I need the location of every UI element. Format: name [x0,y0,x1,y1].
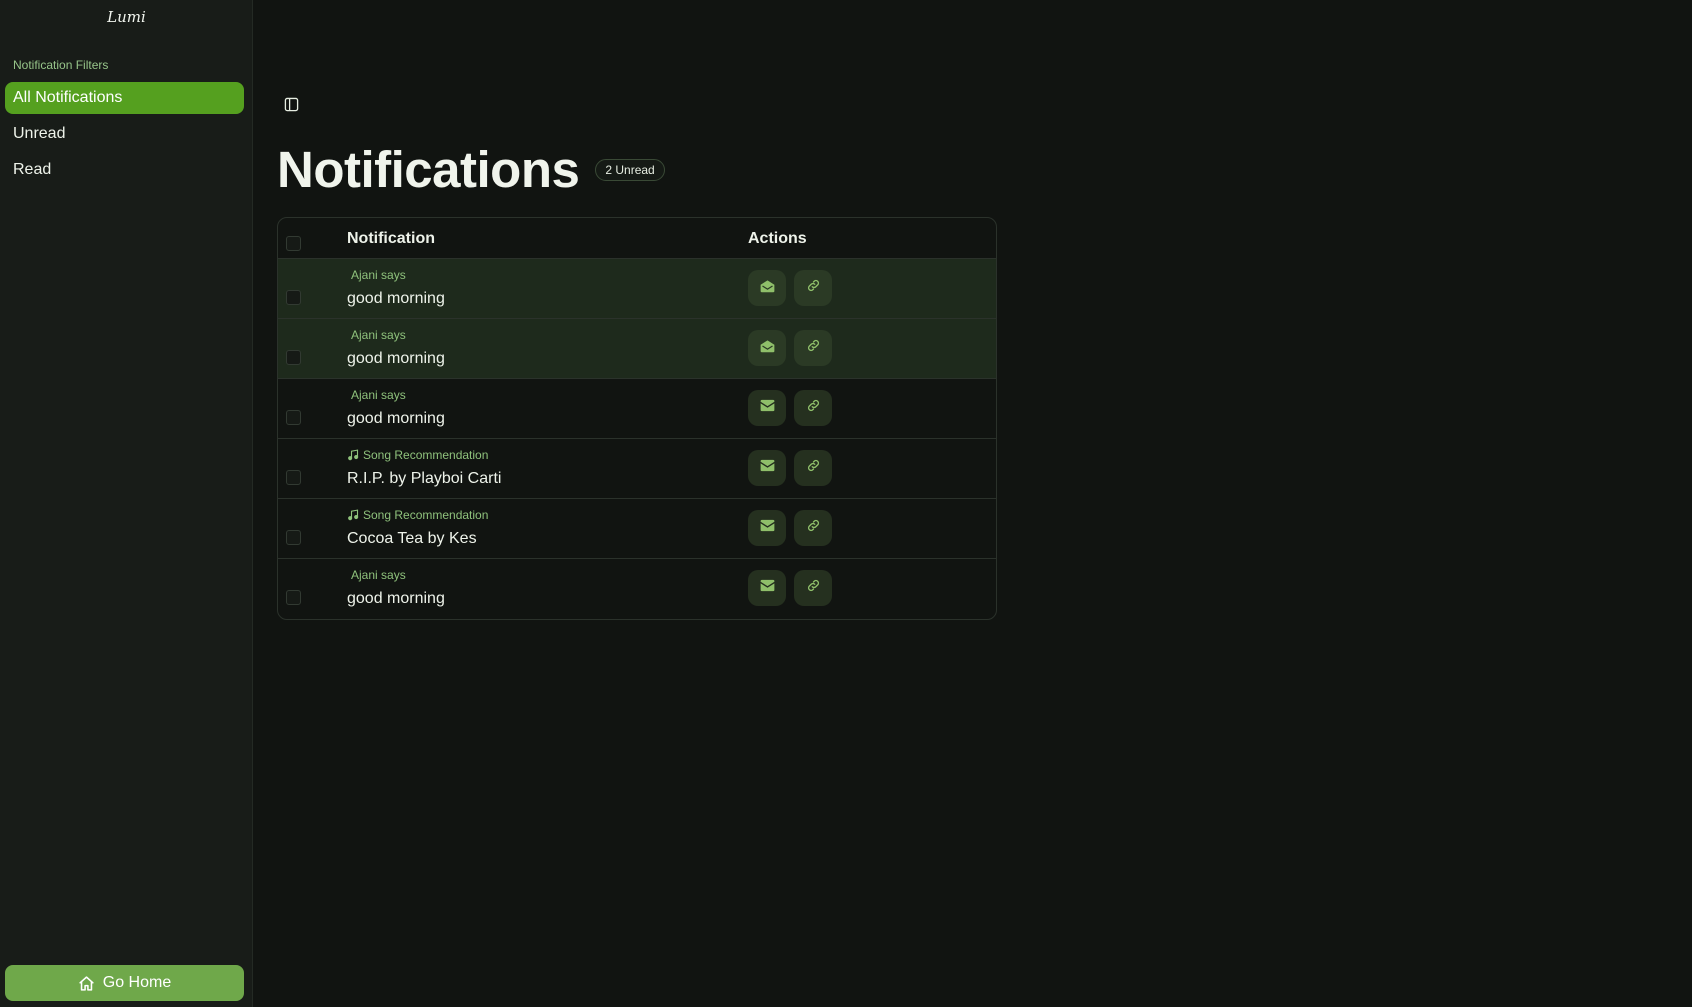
sidebar-toggle-button[interactable] [282,97,300,117]
music-note-icon [347,449,359,461]
table-row[interactable]: Song Recommendation R.I.P. by Playboi Ca… [278,439,996,499]
mark-read-button[interactable] [748,330,786,366]
music-note-icon [347,509,359,521]
envelope-icon [760,519,775,537]
link-icon [806,578,821,598]
notification-sender: Ajani says [347,388,406,402]
open-link-button[interactable] [794,510,832,546]
table-header: Notification Actions [278,218,996,259]
notification-sender: Ajani says [347,568,406,582]
row-checkbox[interactable] [286,590,301,605]
table-row[interactable]: Ajani says good morning [278,319,996,379]
sender-label: Ajani says [351,328,406,342]
main-content: Notifications 2 Unread Notification Acti… [254,0,1692,1007]
open-link-button[interactable] [794,390,832,426]
filters-section-label: Notification Filters [13,58,109,72]
go-home-label: Go Home [102,974,172,991]
notification-sender: Song Recommendation [347,448,488,462]
envelope-icon [760,459,775,477]
title-row: Notifications 2 Unread [277,138,665,202]
sender-label: Ajani says [351,568,406,582]
sidebar-toggle-icon [284,97,299,117]
notification-sender: Ajani says [347,328,406,342]
open-link-button[interactable] [794,450,832,486]
page-title: Notifications [277,141,580,198]
unread-count-badge: 2 Unread [595,159,665,181]
sidebar-item-read[interactable]: Read [5,154,244,186]
mark-read-button[interactable] [748,510,786,546]
go-home-button[interactable]: Go Home [5,965,244,1001]
table-row[interactable]: Ajani says good morning [278,379,996,439]
mark-read-button[interactable] [748,390,786,426]
notification-message: good morning [347,590,445,607]
actions-column-header: Actions [748,230,807,247]
notification-column-header: Notification [347,230,435,247]
select-all-checkbox[interactable] [286,236,301,251]
notification-message: good morning [347,410,445,427]
table-row[interactable]: Song Recommendation Cocoa Tea by Kes [278,499,996,559]
sidebar: Lumi Notification Filters All Notificati… [0,0,253,1007]
envelope-icon [760,399,775,417]
brand-logo[interactable]: Lumi [0,8,253,26]
link-icon [806,398,821,418]
open-link-button[interactable] [794,570,832,606]
row-checkbox[interactable] [286,410,301,425]
link-icon [806,518,821,538]
notification-sender: Song Recommendation [347,508,488,522]
notification-sender: Ajani says [347,268,406,282]
notification-message: R.I.P. by Playboi Carti [347,470,502,487]
sender-label: Song Recommendation [363,508,489,522]
sender-label: Ajani says [351,268,406,282]
mark-read-button[interactable] [748,570,786,606]
row-checkbox[interactable] [286,350,301,365]
envelope-icon [760,579,775,597]
notifications-table: Notification Actions Ajani says good mor… [277,217,997,620]
home-icon [78,975,95,992]
open-link-button[interactable] [794,270,832,306]
sidebar-item-all-notifications[interactable]: All Notifications [5,82,244,114]
notification-message: good morning [347,350,445,367]
table-body: Ajani says good morning Ajani says good … [278,259,996,619]
notification-message: Cocoa Tea by Kes [347,530,477,547]
link-icon [806,278,821,298]
envelope-open-icon [760,339,775,358]
table-row[interactable]: Ajani says good morning [278,559,996,619]
sender-label: Ajani says [351,388,406,402]
mark-read-button[interactable] [748,450,786,486]
sender-label: Song Recommendation [363,448,489,462]
link-icon [806,458,821,478]
row-checkbox[interactable] [286,470,301,485]
open-link-button[interactable] [794,330,832,366]
link-icon [806,338,821,358]
notification-message: good morning [347,290,445,307]
table-row[interactable]: Ajani says good morning [278,259,996,319]
sidebar-item-unread[interactable]: Unread [5,118,244,150]
mark-read-button[interactable] [748,270,786,306]
envelope-open-icon [760,279,775,298]
row-checkbox[interactable] [286,530,301,545]
row-checkbox[interactable] [286,290,301,305]
